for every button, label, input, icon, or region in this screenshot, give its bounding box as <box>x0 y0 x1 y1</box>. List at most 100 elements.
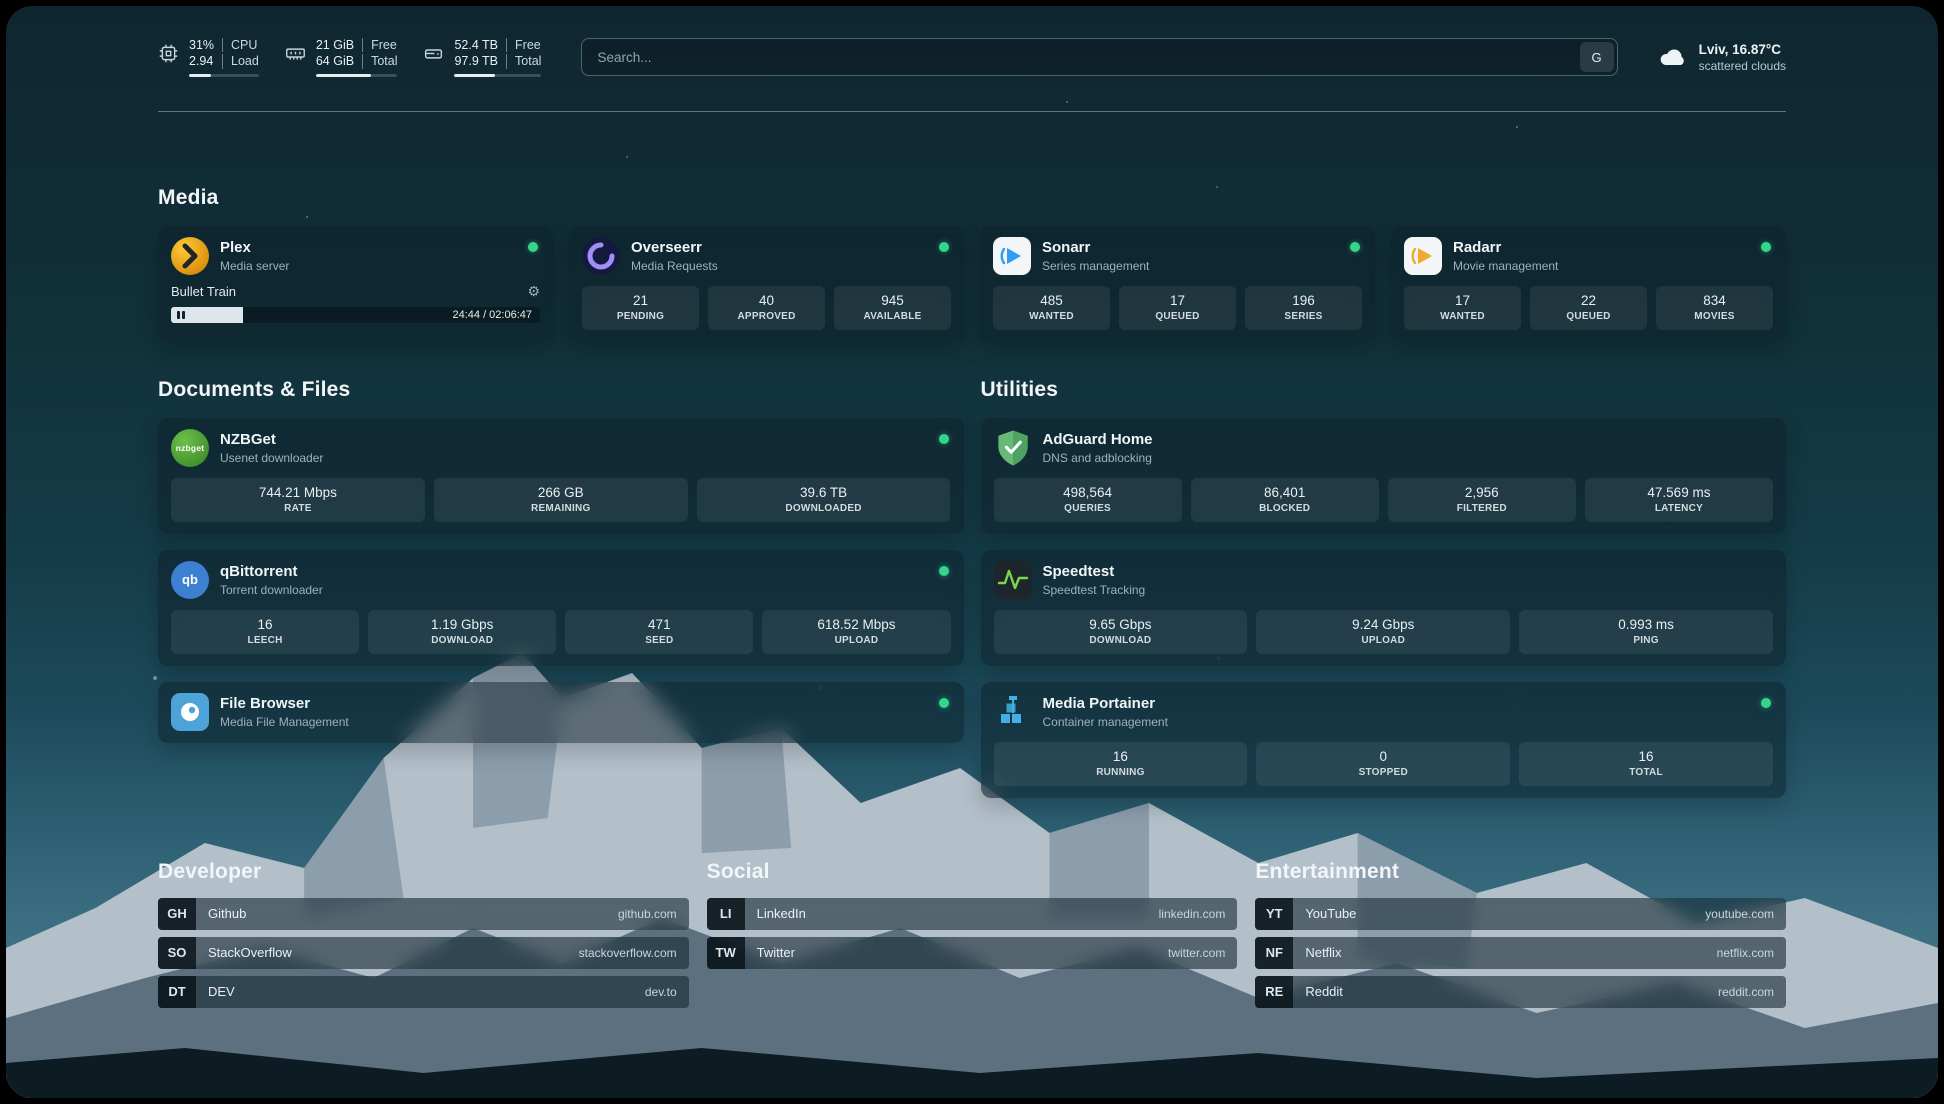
portainer-name: Media Portainer <box>1043 695 1168 713</box>
bookmark-group-developer: Developer GH Github github.com SO StackO… <box>158 860 689 1008</box>
bookmark-abbr: LI <box>707 898 745 930</box>
memory-free-label: Free <box>362 38 397 52</box>
bookmark-url: linkedin.com <box>1159 907 1226 921</box>
plex-now-playing-title: Bullet Train <box>171 284 236 299</box>
disk-total-value: 97.9 TB <box>454 54 506 68</box>
stat-box: 17 WANTED <box>1404 286 1521 330</box>
section-title-developer: Developer <box>158 860 689 884</box>
qbittorrent-card[interactable]: qb qBittorrent Torrent downloader 16 <box>158 550 964 666</box>
disk-free-label: Free <box>506 38 541 52</box>
qbittorrent-subtitle: Torrent downloader <box>220 583 323 597</box>
plex-subtitle: Media server <box>220 259 289 273</box>
stat-box: 196 SERIES <box>1245 286 1362 330</box>
section-title-social: Social <box>707 860 1238 884</box>
stat-box: 945 AVAILABLE <box>834 286 951 330</box>
sonarr-subtitle: Series management <box>1042 259 1149 273</box>
disk-icon <box>423 43 444 64</box>
adguard-subtitle: DNS and adblocking <box>1043 451 1153 465</box>
bookmark-twitter[interactable]: TW Twitter twitter.com <box>707 937 1238 969</box>
bookmark-url: dev.to <box>645 985 677 999</box>
disk-usage-bar <box>454 74 541 77</box>
memory-icon <box>285 43 306 64</box>
radarr-icon <box>1404 237 1442 275</box>
filebrowser-status-dot <box>939 698 949 708</box>
disk-total-label: Total <box>506 54 541 68</box>
weather-condition: scattered clouds <box>1699 59 1786 73</box>
pause-icon[interactable] <box>177 311 185 319</box>
cpu-usage-value: 31% <box>189 38 222 52</box>
search-input[interactable] <box>585 50 1579 65</box>
bookmark-netflix[interactable]: NF Netflix netflix.com <box>1255 937 1786 969</box>
bookmark-abbr: SO <box>158 937 196 969</box>
bookmark-abbr: NF <box>1255 937 1293 969</box>
section-title-entertainment: Entertainment <box>1255 860 1786 884</box>
radarr-name: Radarr <box>1453 239 1558 257</box>
dashboard-screen: 31% CPU 2.94 Load 21 G <box>6 6 1938 1098</box>
bookmark-dev[interactable]: DT DEV dev.to <box>158 976 689 1008</box>
stat-box: 16 RUNNING <box>994 742 1248 786</box>
search-bar: G <box>581 38 1617 76</box>
plex-name: Plex <box>220 239 289 257</box>
sonarr-card[interactable]: Sonarr Series management 485 WANTED 17 Q… <box>980 226 1375 342</box>
overseerr-icon <box>582 237 620 275</box>
cpu-load-value: 2.94 <box>189 54 222 68</box>
stat-box: 9.24 Gbps UPLOAD <box>1256 610 1510 654</box>
bookmark-abbr: DT <box>158 976 196 1008</box>
bookmark-group-social: Social LI LinkedIn linkedin.com TW Twitt… <box>707 860 1238 1008</box>
stat-box: 16 LEECH <box>171 610 359 654</box>
cpu-icon <box>158 43 179 64</box>
stat-box: 744.21 Mbps RATE <box>171 478 425 522</box>
adguard-card[interactable]: AdGuard Home DNS and adblocking 498,564 … <box>981 418 1787 534</box>
portainer-status-dot <box>1761 698 1771 708</box>
speedtest-subtitle: Speedtest Tracking <box>1043 583 1146 597</box>
filebrowser-icon <box>171 693 209 731</box>
bookmark-url: reddit.com <box>1718 985 1774 999</box>
stat-box: 471 SEED <box>565 610 753 654</box>
radarr-card[interactable]: Radarr Movie management 17 WANTED 22 QUE… <box>1391 226 1786 342</box>
bookmark-stackoverflow[interactable]: SO StackOverflow stackoverflow.com <box>158 937 689 969</box>
portainer-card[interactable]: Media Portainer Container management 16 … <box>981 682 1787 798</box>
nzbget-card[interactable]: nzbget NZBGet Usenet downloader 744.21 M… <box>158 418 964 534</box>
gear-icon[interactable]: ⚙ <box>527 284 540 298</box>
overseerr-card[interactable]: Overseerr Media Requests 21 PENDING 40 A… <box>569 226 964 342</box>
speedtest-card[interactable]: Speedtest Speedtest Tracking 9.65 Gbps D… <box>981 550 1787 666</box>
bookmark-abbr: TW <box>707 937 745 969</box>
overseerr-name: Overseerr <box>631 239 718 257</box>
stat-box: 498,564 QUERIES <box>994 478 1182 522</box>
memory-usage-bar <box>316 74 398 77</box>
bookmark-linkedin[interactable]: LI LinkedIn linkedin.com <box>707 898 1238 930</box>
bookmark-youtube[interactable]: YT YouTube youtube.com <box>1255 898 1786 930</box>
stat-box: 17 QUEUED <box>1119 286 1236 330</box>
plex-status-dot <box>528 242 538 252</box>
section-title-utilities: Utilities <box>981 378 1787 402</box>
stat-box: 16 TOTAL <box>1519 742 1773 786</box>
qbittorrent-status-dot <box>939 566 949 576</box>
top-bar: 31% CPU 2.94 Load 21 G <box>158 6 1786 77</box>
bookmark-reddit[interactable]: RE Reddit reddit.com <box>1255 976 1786 1008</box>
memory-total-label: Total <box>362 54 397 68</box>
filebrowser-card[interactable]: File Browser Media File Management <box>158 682 964 743</box>
bookmark-github[interactable]: GH Github github.com <box>158 898 689 930</box>
stat-box: 21 PENDING <box>582 286 699 330</box>
radarr-status-dot <box>1761 242 1771 252</box>
stat-box: 0 STOPPED <box>1256 742 1510 786</box>
weather-widget: Lviv, 16.87°C scattered clouds <box>1658 42 1786 73</box>
plex-card[interactable]: Plex Media server Bullet Train ⚙ 24:44 /… <box>158 226 553 342</box>
bookmark-name: Reddit <box>1305 984 1343 999</box>
nzbget-name: NZBGet <box>220 431 323 449</box>
section-media: Media Plex Media server <box>158 186 1786 342</box>
overseerr-status-dot <box>939 242 949 252</box>
cpu-load-label: Load <box>222 54 259 68</box>
stat-box: 1.19 Gbps DOWNLOAD <box>368 610 556 654</box>
plex-icon <box>171 237 209 275</box>
portainer-icon <box>994 693 1032 731</box>
bookmark-url: stackoverflow.com <box>579 946 677 960</box>
bookmark-name: DEV <box>208 984 235 999</box>
section-title-media: Media <box>158 186 1786 210</box>
bookmark-url: youtube.com <box>1705 907 1774 921</box>
stat-box: 47.569 ms LATENCY <box>1585 478 1773 522</box>
bookmark-abbr: YT <box>1255 898 1293 930</box>
search-provider-button[interactable]: G <box>1580 42 1614 72</box>
bookmark-group-entertainment: Entertainment YT YouTube youtube.com NF … <box>1255 860 1786 1008</box>
weather-location: Lviv, 16.87°C <box>1699 42 1786 57</box>
